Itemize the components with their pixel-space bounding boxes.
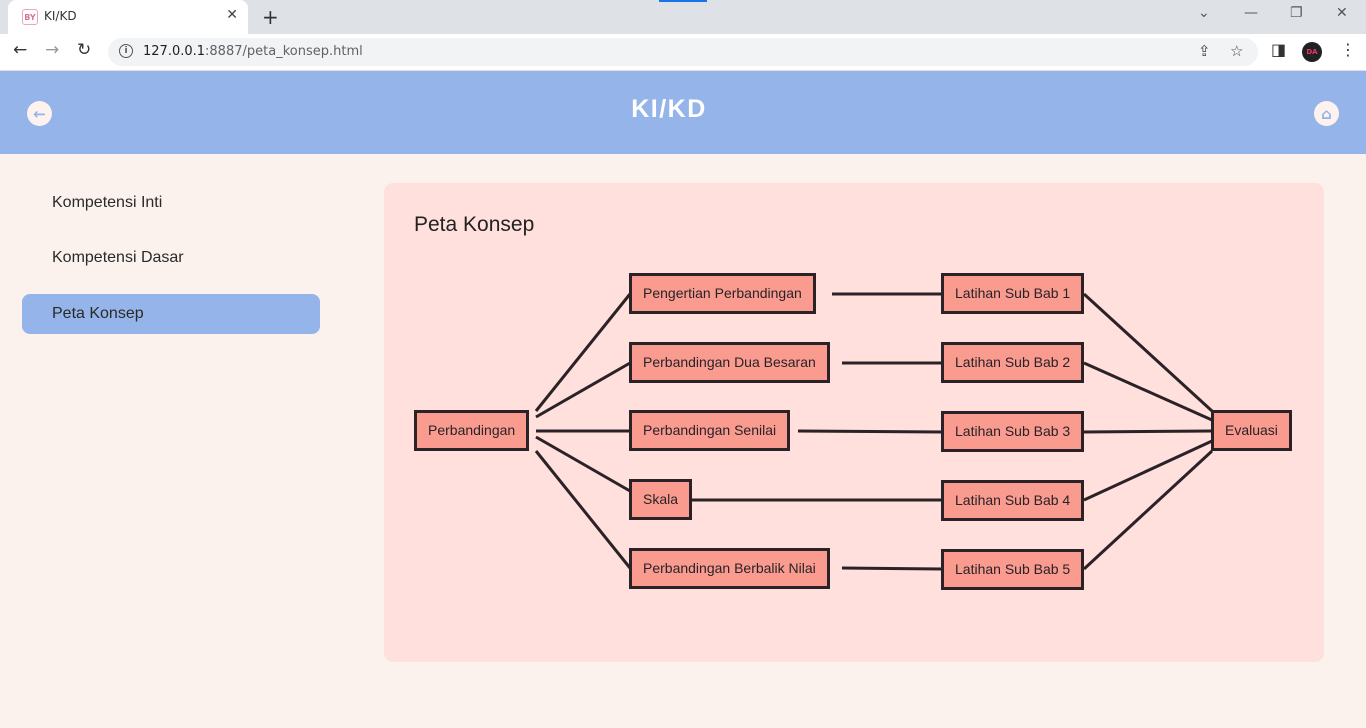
sidebar-item-kompetensi-dasar[interactable]: Kompetensi Dasar (22, 238, 320, 278)
node-topic: Skala (629, 479, 693, 520)
node-exercise: Latihan Sub Bab 4 (941, 480, 1085, 521)
bookmark-star-icon[interactable]: ☆ (1230, 42, 1243, 60)
sidebar-item-kompetensi-inti[interactable]: Kompetensi Inti (22, 183, 320, 223)
side-panel-icon[interactable]: ◨ (1271, 40, 1286, 59)
site-info-icon[interactable]: i (119, 44, 133, 58)
page-title: KI/KD (631, 95, 707, 123)
tab-title: KI/KD (44, 9, 77, 23)
tab-indicator (659, 0, 707, 2)
address-bar[interactable]: i 127.0.0.1:8887/peta_konsep.html ⇪ ☆ (108, 38, 1258, 66)
home-icon[interactable]: ⌂ (1314, 101, 1339, 126)
favicon-icon: BY (22, 9, 38, 25)
node-exercise: Latihan Sub Bab 2 (941, 342, 1085, 383)
url-text: 127.0.0.1:8887/peta_konsep.html (143, 44, 363, 59)
back-icon[interactable]: ← (13, 40, 27, 60)
node-topic: Perbandingan Dua Besaran (629, 342, 830, 383)
connector-line (535, 435, 631, 493)
node-exercise: Latihan Sub Bab 1 (941, 273, 1085, 314)
close-window-icon[interactable]: ✕ (1336, 5, 1348, 21)
app-header: ← KI/KD ⌂ (0, 71, 1366, 154)
browser-toolbar: ← → ↻ i 127.0.0.1:8887/peta_konsep.html … (0, 34, 1366, 71)
node-root: Perbandingan (414, 410, 530, 451)
node-exercise: Latihan Sub Bab 5 (941, 549, 1085, 590)
restore-icon[interactable]: ❐ (1290, 5, 1303, 21)
tab-search-icon[interactable]: ⌄ (1198, 5, 1210, 21)
sidebar-item-peta-konsep[interactable]: Peta Konsep (22, 294, 320, 334)
connector-line (1083, 429, 1213, 434)
browser-tab[interactable]: BY KI/KD ✕ (8, 0, 248, 34)
connector-line (1082, 449, 1214, 571)
node-topic: Perbandingan Senilai (629, 410, 791, 451)
connector-line (841, 566, 943, 571)
reload-icon[interactable]: ↻ (77, 40, 91, 60)
browser-tab-strip: BY KI/KD ✕ + ⌄ — ❐ ✕ (0, 0, 1366, 34)
connector-line (534, 293, 632, 412)
connector-line (534, 450, 632, 569)
node-evaluasi: Evaluasi (1211, 410, 1292, 451)
menu-dots-icon[interactable]: ⋮ (1340, 40, 1356, 59)
forward-icon[interactable]: → (45, 40, 59, 60)
connector-line (1082, 292, 1214, 413)
node-topic: Perbandingan Berbalik Nilai (629, 548, 830, 589)
minimize-icon[interactable]: — (1244, 5, 1258, 21)
connector-line (797, 429, 943, 434)
node-exercise: Latihan Sub Bab 3 (941, 411, 1085, 452)
close-tab-icon[interactable]: ✕ (226, 7, 238, 23)
node-topic: Pengertian Perbandingan (629, 273, 816, 314)
share-icon[interactable]: ⇪ (1198, 42, 1211, 60)
profile-avatar[interactable]: DA (1302, 42, 1322, 62)
concept-map-card: Peta Konsep Perbandingan Pengertian Perb… (384, 183, 1324, 662)
new-tab-icon[interactable]: + (262, 5, 279, 29)
connector-line (535, 361, 631, 419)
